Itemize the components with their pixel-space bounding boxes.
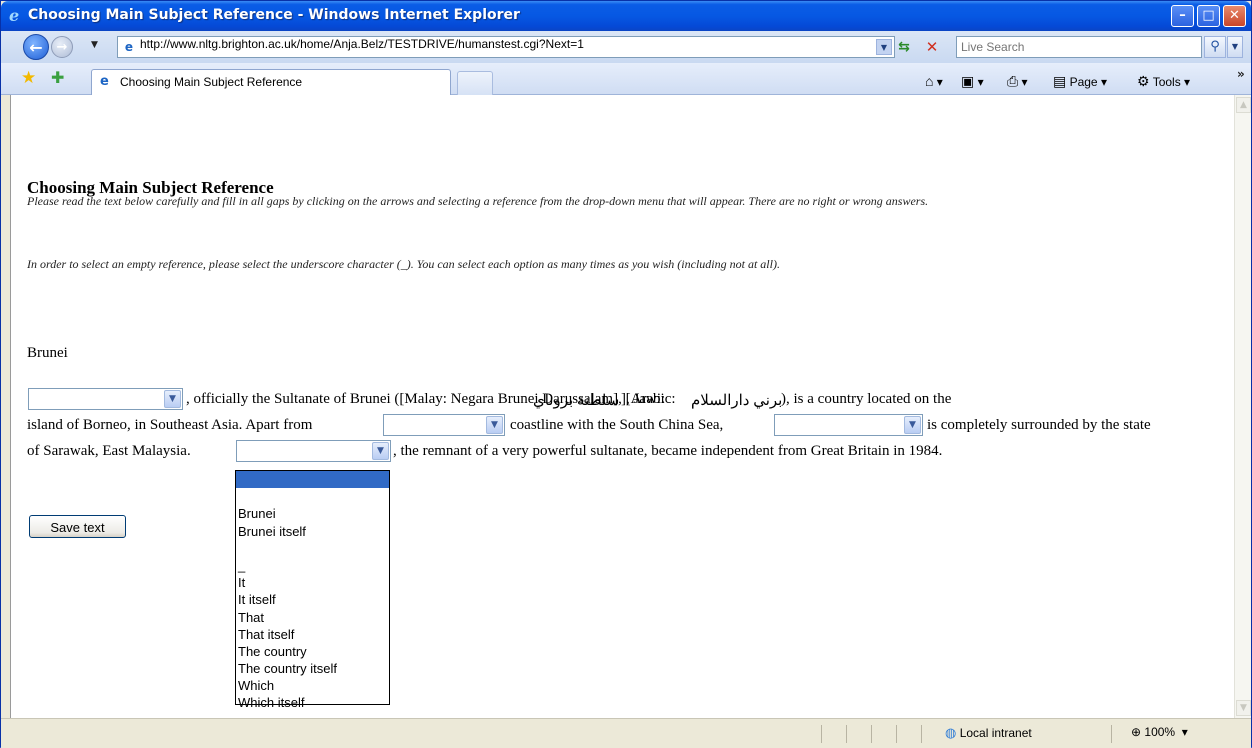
page-icon: e	[124, 40, 134, 54]
search-input[interactable]	[957, 37, 1197, 57]
text-segment: ), is a country located on the	[781, 391, 952, 407]
tab-active[interactable]: e Choosing Main Subject Reference	[91, 69, 451, 95]
maximize-button[interactable]: □	[1197, 5, 1220, 27]
page-menu-icon: ▤	[1053, 73, 1067, 89]
jawi-text: برني دارالسلام	[691, 393, 783, 409]
home-icon: ⌂	[925, 73, 934, 89]
zoom-level[interactable]: ⊕ 100% ▾	[1131, 725, 1188, 739]
print-icon: ⎙	[1007, 73, 1019, 89]
dropdown-option[interactable]	[236, 540, 389, 557]
scroll-up-icon[interactable]: ▲	[1236, 97, 1251, 113]
dropdown-option[interactable]: That	[236, 609, 389, 626]
reference-select-2[interactable]: ▼	[383, 414, 505, 436]
zoom-label: 100%	[1144, 725, 1176, 739]
dropdown-option[interactable]: Brunei itself	[236, 523, 389, 540]
recent-pages-dropdown-icon[interactable]: ▼	[91, 40, 98, 50]
favorites-center-icon[interactable]: ★	[21, 69, 36, 87]
address-toolbar: ← → ▼ e http://www.nltg.brighton.ac.uk/h…	[1, 31, 1251, 63]
gear-icon: ⚙	[1137, 73, 1150, 89]
page-menu[interactable]: ▤ Page ▾	[1053, 71, 1107, 91]
status-divider	[821, 725, 822, 743]
title-bar: e Choosing Main Subject Reference - Wind…	[1, 1, 1251, 31]
chevron-down-icon[interactable]: ▼	[486, 416, 503, 434]
reference-select-4[interactable]: ▼	[236, 440, 391, 462]
window-title: Choosing Main Subject Reference - Window…	[28, 7, 520, 23]
tab-label: Choosing Main Subject Reference	[120, 75, 303, 89]
dropdown-option[interactable]: The country	[236, 643, 389, 660]
close-button[interactable]: ✕	[1223, 5, 1246, 27]
browser-window: e Choosing Main Subject Reference - Wind…	[0, 0, 1252, 748]
page-menu-label: Page	[1069, 75, 1098, 89]
refresh-icon[interactable]: ⇆	[893, 37, 915, 57]
feeds-icon: ▣	[961, 73, 975, 89]
status-divider	[1111, 725, 1112, 743]
status-divider	[871, 725, 872, 743]
text-segment: island of Borneo, in Southeast Asia. Apa…	[27, 417, 313, 433]
feeds-button[interactable]: ▣ ▾	[961, 71, 984, 91]
more-chevron-icon[interactable]: »	[1237, 67, 1245, 81]
ie-logo-icon: e	[9, 6, 20, 25]
tools-menu-label: Tools	[1152, 75, 1181, 89]
stop-icon[interactable]: ✕	[921, 37, 943, 57]
search-options-dropdown-icon[interactable]: ▼	[1227, 36, 1243, 58]
minimize-button[interactable]: –	[1171, 5, 1194, 27]
status-bar: ◍ Local intranet ⊕ 100% ▾	[1, 718, 1251, 748]
dropdown-option[interactable]: That itself	[236, 626, 389, 643]
save-text-button[interactable]: Save text	[29, 515, 126, 538]
reference-dropdown-list[interactable]: Brunei Brunei itself _ It It itself That That …	[235, 470, 390, 710]
article-heading: Brunei	[27, 345, 68, 361]
dropdown-option[interactable]: The country itself	[236, 660, 389, 677]
tab-page-icon: e	[100, 74, 109, 89]
scroll-down-icon[interactable]: ▼	[1236, 700, 1251, 716]
intranet-icon: ◍	[945, 725, 957, 740]
arabic-text: سلطنة بروناي	[533, 393, 620, 409]
dropdown-option[interactable]	[236, 471, 389, 489]
address-bar[interactable]: e http://www.nltg.brighton.ac.uk/home/An…	[117, 36, 895, 58]
tab-bar: ★ ✚ e Choosing Main Subject Reference ⌂ …	[1, 63, 1251, 95]
search-icon[interactable]: ⚲	[1204, 36, 1226, 58]
status-divider	[896, 725, 897, 743]
home-button[interactable]: ⌂ ▾	[925, 71, 943, 91]
security-zone: ◍ Local intranet	[945, 725, 1032, 741]
search-box[interactable]	[956, 36, 1202, 58]
page-content: Choosing Main Subject Reference Please r…	[10, 95, 1234, 718]
instruction-text-1: Please read the text below carefully and…	[27, 194, 929, 208]
dropdown-option[interactable]: Brunei	[236, 505, 389, 522]
address-dropdown-icon[interactable]: ▼	[876, 39, 892, 55]
dropdown-option[interactable]	[236, 488, 389, 505]
text-segment: coastline with the South China Sea,	[510, 417, 724, 433]
dropdown-option[interactable]: Which	[236, 677, 389, 694]
instruction-text-2: In order to select an empty reference, p…	[27, 257, 780, 271]
add-favorite-icon[interactable]: ✚	[51, 69, 64, 87]
back-button[interactable]: ←	[23, 34, 49, 60]
dropdown-option[interactable]: It itself	[236, 591, 389, 608]
status-divider	[921, 725, 922, 743]
chevron-down-icon[interactable]: ▼	[372, 442, 389, 460]
address-url[interactable]: http://www.nltg.brighton.ac.uk/home/Anja…	[140, 37, 584, 57]
reference-select-1[interactable]: ▼	[28, 388, 183, 410]
dropdown-option[interactable]: Which itself	[236, 694, 389, 711]
vertical-scrollbar[interactable]: ▲ ▼	[1234, 95, 1251, 718]
text-segment: of Sarawak, East Malaysia.	[27, 443, 191, 459]
dropdown-option[interactable]: _	[236, 557, 389, 574]
text-segment: is completely surrounded by the state	[927, 417, 1151, 433]
text-segment: ], Jawi:	[621, 391, 666, 407]
forward-button[interactable]: →	[51, 36, 73, 58]
tools-menu[interactable]: ⚙ Tools ▾	[1137, 71, 1190, 91]
zoom-icon: ⊕	[1131, 725, 1142, 739]
print-button[interactable]: ⎙ ▾	[1007, 71, 1028, 91]
text-segment: , the remnant of a very powerful sultana…	[393, 443, 943, 459]
zone-label: Local intranet	[959, 726, 1032, 740]
status-divider	[846, 725, 847, 743]
dropdown-option[interactable]: It	[236, 574, 389, 591]
chevron-down-icon[interactable]: ▼	[164, 390, 181, 408]
chevron-down-icon[interactable]: ▼	[904, 416, 921, 434]
new-tab-button[interactable]	[457, 71, 493, 95]
reference-select-3[interactable]: ▼	[774, 414, 923, 436]
